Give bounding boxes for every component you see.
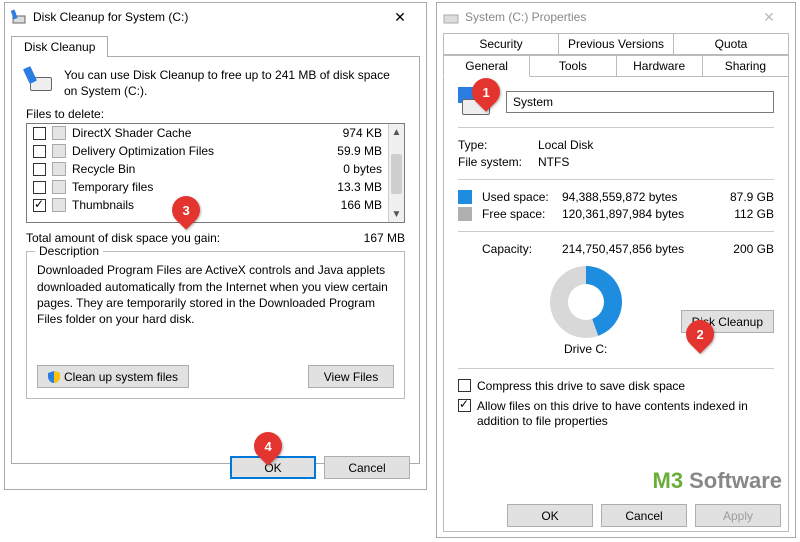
file-name: DirectX Shader Cache: [72, 126, 310, 140]
file-icon: [52, 144, 66, 158]
type-label: Type:: [458, 138, 538, 152]
recycle-bin-icon: [52, 162, 66, 176]
divider: [458, 368, 774, 369]
divider: [458, 179, 774, 180]
file-size: 59.9 MB: [316, 144, 382, 158]
tabstrip: Disk Cleanup: [5, 31, 426, 56]
general-tab-content: Type:Local Disk File system:NTFS Used sp…: [443, 76, 789, 532]
compress-checkbox[interactable]: [458, 379, 471, 392]
file-size: 166 MB: [316, 198, 382, 212]
list-item[interactable]: DirectX Shader Cache 974 KB: [27, 124, 388, 142]
scrollbar[interactable]: ▲ ▼: [388, 124, 404, 222]
tab-content: You can use Disk Cleanup to free up to 2…: [11, 56, 420, 464]
drive-name-input[interactable]: [506, 91, 774, 113]
file-size: 974 KB: [316, 126, 382, 140]
divider: [458, 231, 774, 232]
list-item[interactable]: Thumbnails 166 MB: [27, 196, 388, 214]
disk-cleanup-window: Disk Cleanup for System (C:) ✕ Disk Clea…: [4, 2, 427, 490]
scroll-thumb[interactable]: [391, 154, 402, 194]
window-title: System (C:) Properties: [465, 10, 749, 24]
tab-disk-cleanup[interactable]: Disk Cleanup: [11, 36, 108, 57]
annotation-marker-4: 4: [254, 432, 282, 470]
window-title: Disk Cleanup for System (C:): [33, 10, 380, 24]
close-button[interactable]: ✕: [749, 9, 789, 26]
shield-icon: [48, 371, 60, 383]
used-space-bytes: 94,388,559,872 bytes: [562, 190, 718, 204]
cancel-button[interactable]: Cancel: [324, 456, 410, 479]
file-name: Delivery Optimization Files: [72, 144, 310, 158]
compress-label: Compress this drive to save disk space: [477, 379, 685, 395]
file-size: 0 bytes: [316, 162, 382, 176]
file-icon: [52, 180, 66, 194]
list-item[interactable]: Recycle Bin 0 bytes: [27, 160, 388, 178]
annotation-marker-3: 3: [172, 196, 200, 234]
drive-cleanup-icon: [26, 67, 54, 95]
files-listbox[interactable]: DirectX Shader Cache 974 KB Delivery Opt…: [26, 123, 405, 223]
watermark: M3 Software: [653, 468, 782, 494]
drive-icon: [443, 9, 459, 25]
capacity-gb: 200 GB: [718, 242, 774, 256]
used-space-label: Used space:: [482, 190, 562, 204]
clean-system-files-label: Clean up system files: [64, 370, 178, 384]
file-size: 13.3 MB: [316, 180, 382, 194]
tabstrip: Security Previous Versions Quota General…: [443, 33, 789, 77]
disk-cleanup-icon: [11, 9, 27, 25]
file-name: Temporary files: [72, 180, 310, 194]
apply-button[interactable]: Apply: [695, 504, 781, 527]
titlebar[interactable]: System (C:) Properties ✕: [437, 3, 795, 31]
file-name: Recycle Bin: [72, 162, 310, 176]
divider: [458, 127, 774, 128]
disk-usage-pie-icon: [550, 266, 622, 338]
index-label: Allow files on this drive to have conten…: [477, 399, 774, 430]
type-value: Local Disk: [538, 138, 593, 152]
free-space-label: Free space:: [482, 207, 562, 221]
watermark-text: Software: [689, 468, 782, 494]
scroll-up-icon[interactable]: ▲: [389, 124, 404, 140]
index-checkbox[interactable]: [458, 399, 471, 412]
file-icon: [52, 126, 66, 140]
checkbox[interactable]: [33, 145, 46, 158]
drive-label: Drive C:: [564, 342, 607, 356]
clean-system-files-button[interactable]: Clean up system files: [37, 365, 189, 388]
file-icon: [52, 198, 66, 212]
tab-security[interactable]: Security: [443, 33, 559, 55]
filesystem-value: NTFS: [538, 155, 569, 169]
capacity-bytes: 214,750,457,856 bytes: [562, 242, 718, 256]
checkbox[interactable]: [33, 127, 46, 140]
checkbox[interactable]: [33, 181, 46, 194]
titlebar[interactable]: Disk Cleanup for System (C:) ✕: [5, 3, 426, 31]
free-space-bytes: 120,361,897,984 bytes: [562, 207, 718, 221]
capacity-label: Capacity:: [482, 242, 562, 256]
used-space-swatch-icon: [458, 190, 472, 204]
filesystem-label: File system:: [458, 155, 538, 169]
description-text: Downloaded Program Files are ActiveX con…: [37, 262, 394, 327]
tab-quota[interactable]: Quota: [674, 33, 789, 55]
scroll-down-icon[interactable]: ▼: [389, 206, 404, 222]
checkbox[interactable]: [33, 163, 46, 176]
tab-hardware[interactable]: Hardware: [617, 55, 703, 77]
cancel-button[interactable]: Cancel: [601, 504, 687, 527]
watermark-logo: M3: [653, 468, 684, 494]
tab-sharing[interactable]: Sharing: [703, 55, 789, 77]
description-label: Description: [35, 244, 103, 258]
close-button[interactable]: ✕: [380, 9, 420, 26]
annotation-marker-1: 1: [472, 78, 500, 116]
view-files-button[interactable]: View Files: [308, 365, 394, 388]
free-space-swatch-icon: [458, 207, 472, 221]
tab-tools[interactable]: Tools: [530, 55, 616, 77]
ok-button[interactable]: OK: [507, 504, 593, 527]
tab-general[interactable]: General: [443, 55, 530, 77]
tab-previous-versions[interactable]: Previous Versions: [559, 33, 674, 55]
files-to-delete-label: Files to delete:: [26, 107, 405, 121]
used-space-gb: 87.9 GB: [718, 190, 774, 204]
list-item[interactable]: Delivery Optimization Files 59.9 MB: [27, 142, 388, 160]
checkbox[interactable]: [33, 199, 46, 212]
total-value: 167 MB: [364, 231, 405, 245]
list-item[interactable]: Temporary files 13.3 MB: [27, 178, 388, 196]
description-group: Description Downloaded Program Files are…: [26, 251, 405, 399]
annotation-marker-2: 2: [686, 320, 714, 358]
intro-text: You can use Disk Cleanup to free up to 2…: [64, 67, 405, 99]
free-space-gb: 112 GB: [718, 207, 774, 221]
